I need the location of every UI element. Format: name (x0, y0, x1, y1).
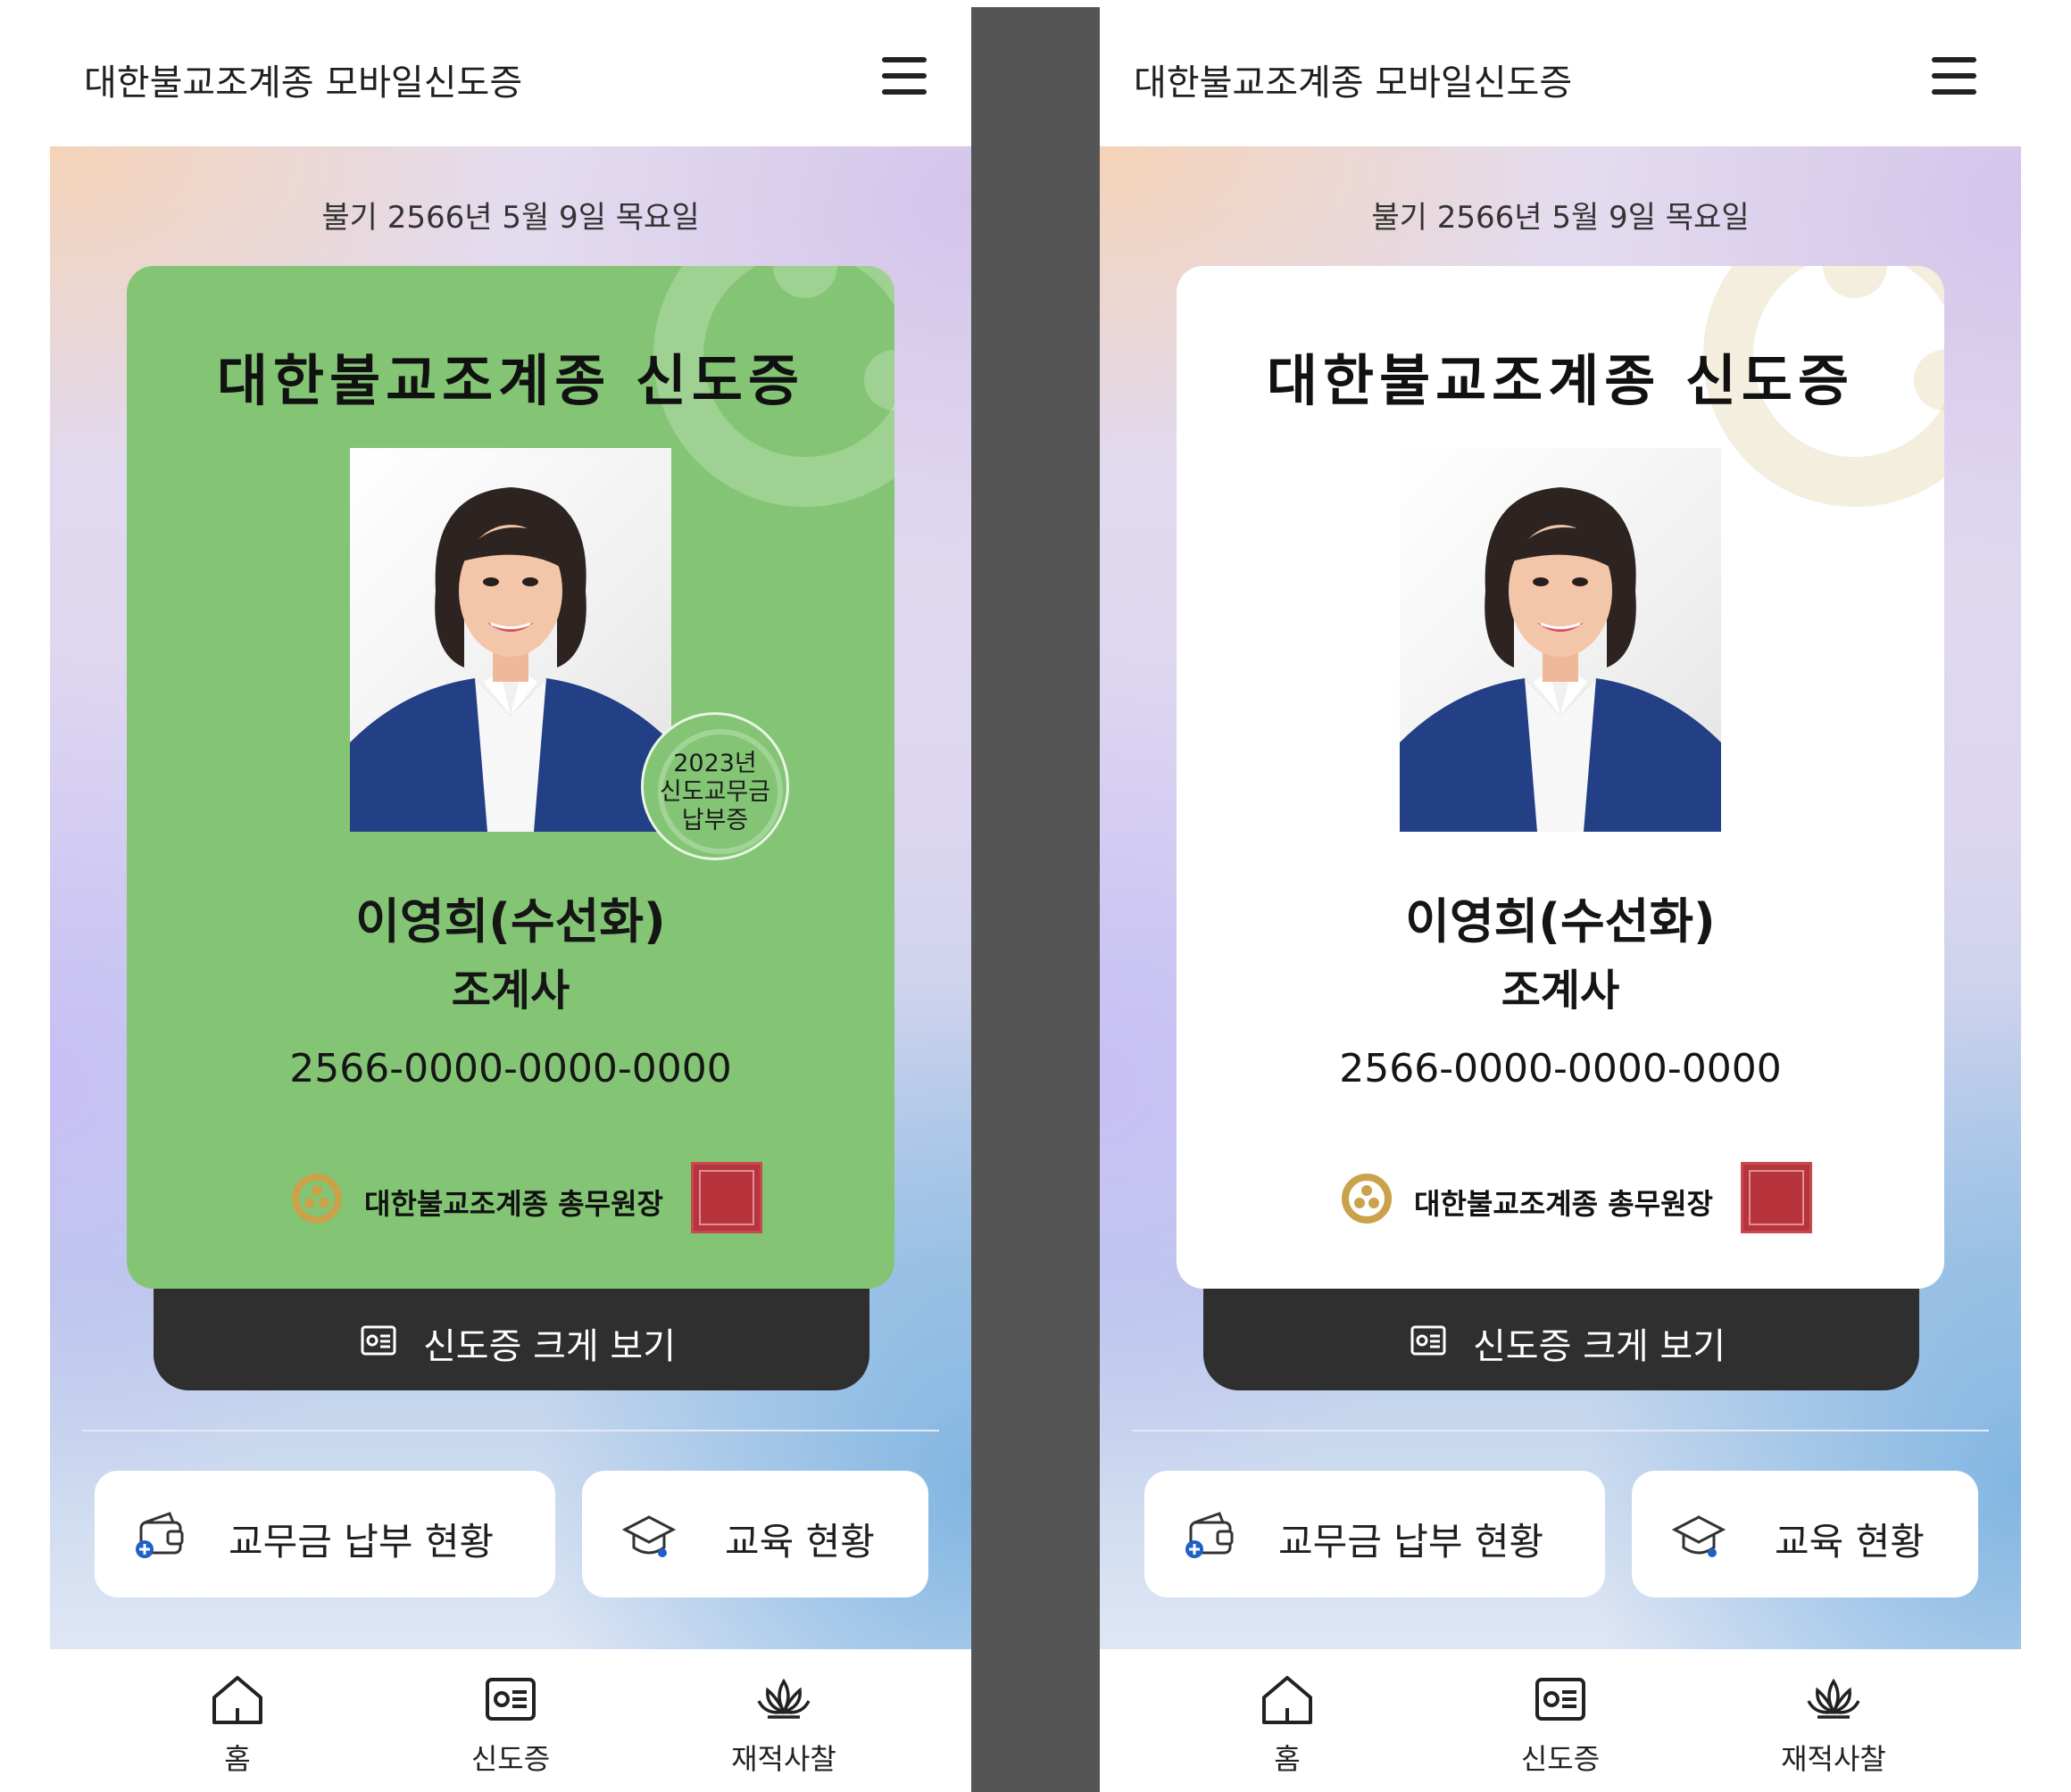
id-card-icon (1535, 1678, 1585, 1721)
education-status-button[interactable]: 교육 현황 (582, 1471, 928, 1597)
education-status-button[interactable]: 교육 현황 (1632, 1471, 1978, 1597)
membership-card: 대한불교조계종 신도증 2023년 신도교무금 납부증 이영희(수선화) 조계사… (127, 266, 894, 1289)
badge-year: 2023년 (673, 750, 757, 777)
buddhist-date: 불기 2566년 5월 9일 목요일 (1371, 200, 1750, 236)
issuer-name: 대한불교조계종 총무원장 (1414, 1187, 1713, 1221)
id-card-icon (486, 1678, 536, 1721)
member-photo (350, 448, 671, 832)
member-photo (1400, 448, 1721, 832)
nav-temple-label: 재적사찰 (731, 1742, 836, 1776)
education-status-label: 교육 현황 (1775, 1520, 1925, 1564)
donation-status-label: 교무금 납부 현황 (1278, 1520, 1544, 1564)
member-temple: 조계사 (1501, 966, 1620, 1016)
graduation-cap-icon (621, 1515, 677, 1557)
view-card-large-label: 신도증 크게 보기 (1473, 1326, 1726, 1367)
nav-temple[interactable]: 재적사찰 (1744, 1672, 1923, 1780)
bottom-navigation: 홈 신도증 재적사찰 (50, 1649, 971, 1792)
nav-home-label: 홈 (224, 1742, 251, 1776)
nav-card[interactable]: 신도증 (421, 1672, 600, 1780)
card-title: 대한불교조계종 신도증 (217, 348, 804, 413)
section-divider (82, 1430, 939, 1431)
nav-temple-label: 재적사찰 (1781, 1742, 1886, 1776)
menu-icon[interactable] (1932, 57, 1976, 95)
official-seal (1741, 1162, 1812, 1233)
nav-home-label: 홈 (1274, 1742, 1301, 1776)
view-card-large-label: 신도증 크게 보기 (423, 1326, 677, 1367)
nav-card-label: 신도증 (1520, 1742, 1601, 1776)
nav-home[interactable]: 홈 (148, 1672, 327, 1780)
view-card-large-button[interactable]: 신도증 크게 보기 (1203, 1289, 1919, 1390)
badge-subtitle: 납부증 (681, 807, 749, 834)
nav-home[interactable]: 홈 (1198, 1672, 1377, 1780)
member-temple: 조계사 (451, 966, 570, 1016)
education-status-label: 교육 현황 (725, 1520, 875, 1564)
phone-screen-right: 대한불교조계종 모바일신도증 불기 2566년 5월 9일 목요일 대한불교조계… (1100, 0, 2021, 1792)
view-card-large-button[interactable]: 신도증 크게 보기 (154, 1289, 869, 1390)
id-card-icon (361, 1325, 396, 1356)
app-header: 대한불교조계종 모바일신도증 (1100, 0, 2021, 146)
home-icon (1262, 1676, 1312, 1724)
nav-temple[interactable]: 재적사찰 (694, 1672, 873, 1780)
nav-card-label: 신도증 (470, 1742, 551, 1776)
donation-status-button[interactable]: 교무금 납부 현황 (1144, 1471, 1605, 1597)
nav-card[interactable]: 신도증 (1471, 1672, 1650, 1780)
app-header: 대한불교조계종 모바일신도증 (50, 0, 971, 146)
issuer-name: 대한불교조계종 총무원장 (364, 1187, 663, 1221)
membership-card: 대한불교조계종 신도증 이영희(수선화) 조계사 2566-0000-0000-… (1177, 266, 1944, 1289)
member-number: 2566-0000-0000-0000 (289, 1046, 732, 1091)
card-title: 대한불교조계종 신도증 (1267, 348, 1854, 413)
member-name: 이영희(수선화) (355, 893, 666, 950)
donation-paid-badge: 2023년 신도교무금 납부증 (641, 712, 789, 860)
screenshot-divider (971, 7, 1100, 1792)
section-divider (1132, 1430, 1989, 1431)
id-card-icon (1410, 1325, 1446, 1356)
bottom-navigation: 홈 신도증 재적사찰 (1100, 1649, 2021, 1792)
buddhist-logo-icon (1342, 1174, 1392, 1224)
member-number: 2566-0000-0000-0000 (1339, 1046, 1782, 1091)
home-icon (212, 1676, 262, 1724)
buddhist-date: 불기 2566년 5월 9일 목요일 (321, 200, 700, 236)
donation-status-label: 교무금 납부 현황 (229, 1520, 495, 1564)
main-content: 불기 2566년 5월 9일 목요일 대한불교조계종 신도증 (1100, 146, 2021, 1649)
wallet-icon (1185, 1512, 1234, 1558)
buddhist-logo-icon (292, 1174, 342, 1224)
menu-icon[interactable] (882, 57, 927, 95)
app-title: 대한불교조계종 모바일신도증 (84, 62, 523, 104)
wallet-icon (136, 1512, 184, 1558)
badge-title: 신도교무금 (659, 778, 771, 806)
member-name: 이영희(수선화) (1405, 893, 1716, 950)
official-seal (691, 1162, 762, 1233)
donation-status-button[interactable]: 교무금 납부 현황 (95, 1471, 555, 1597)
app-title: 대한불교조계종 모바일신도증 (1134, 62, 1573, 104)
lotus-icon (1807, 1678, 1860, 1719)
phone-screen-left: 대한불교조계종 모바일신도증 불기 2566년 5월 9일 목요일 대한불교조계… (50, 0, 971, 1792)
graduation-cap-icon (1671, 1515, 1726, 1557)
lotus-icon (757, 1678, 811, 1719)
main-content: 불기 2566년 5월 9일 목요일 대한불교조계종 신도증 (50, 146, 971, 1649)
